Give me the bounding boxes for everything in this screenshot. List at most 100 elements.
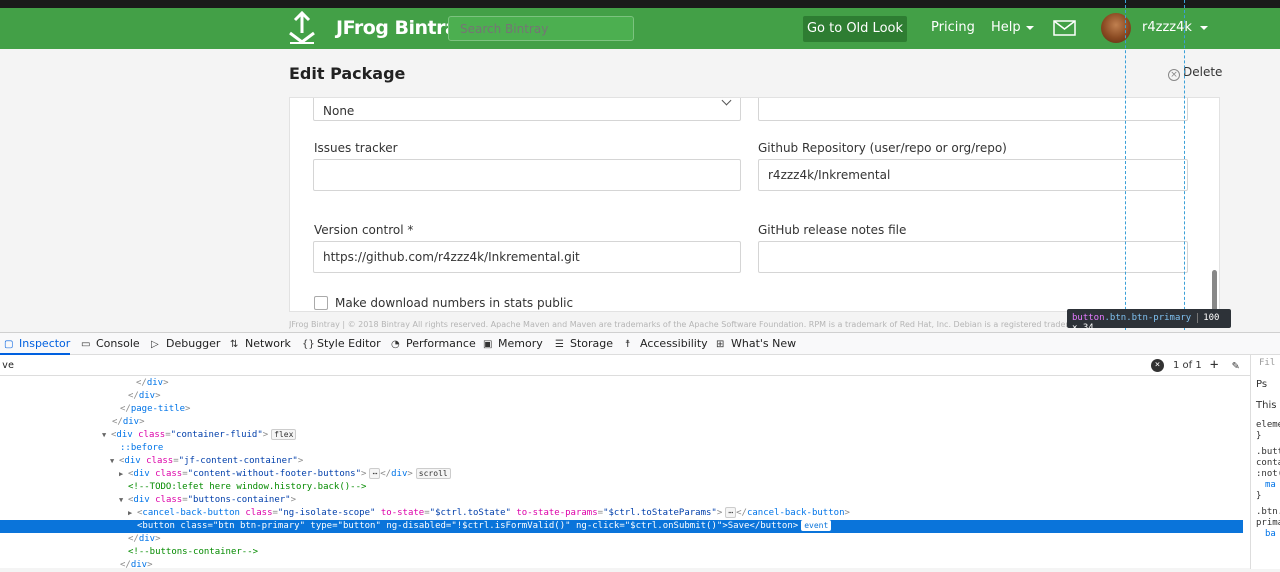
tab-label: Inspector xyxy=(19,337,71,350)
gift-icon: ⊞ xyxy=(716,339,725,350)
expand-triangle-icon[interactable]: ▼ xyxy=(110,455,119,468)
help-menu[interactable]: Help xyxy=(991,20,1034,35)
tab-storage[interactable]: ☰ Storage xyxy=(555,337,613,350)
markup-search[interactable]: ve × 1 of 1 + ✎ xyxy=(0,356,1250,376)
issues-tracker-label: Issues tracker xyxy=(314,141,398,155)
close-circle-icon: × xyxy=(1168,69,1180,81)
page-footer: JFrog Bintray | © 2018 Bintray All right… xyxy=(289,320,1079,329)
github-repo-input[interactable]: r4zzz4k/Inkremental xyxy=(758,159,1188,191)
chip-icon: ▣ xyxy=(483,339,493,350)
tab-whats-new[interactable]: ⊞ What's New xyxy=(716,337,796,350)
tab-style-editor[interactable]: {} Style Editor xyxy=(302,337,381,350)
rule-selector: .btn. xyxy=(1256,507,1280,517)
tab-label: Console xyxy=(96,337,140,350)
tab-console[interactable]: ▭ Console xyxy=(81,337,140,350)
browser-top-strip xyxy=(0,0,1280,8)
issues-tracker-input[interactable] xyxy=(313,159,741,191)
tab-label: Debugger xyxy=(166,337,221,350)
tab-performance[interactable]: ◔ Performance xyxy=(391,337,476,350)
debugger-icon: ▷ xyxy=(151,339,159,350)
tab-label: Memory xyxy=(498,337,543,350)
pricing-link[interactable]: Pricing xyxy=(931,20,975,35)
gauge-icon: ◔ xyxy=(391,339,400,350)
ellipsis-badge[interactable]: ⋯ xyxy=(725,507,737,518)
active-tab-indicator xyxy=(0,353,70,355)
eyedropper-icon[interactable]: ✎ xyxy=(1232,358,1239,372)
expand-triangle-icon[interactable]: ▼ xyxy=(102,429,111,442)
markup-line[interactable]: ▶ <div class="content-without-footer-butt… xyxy=(119,468,451,481)
version-control-input[interactable]: https://github.com/r4zzz4k/Inkremental.g… xyxy=(313,241,741,273)
markup-line[interactable]: ▶ <cancel-back-button class="ng-isolate-s… xyxy=(128,507,850,520)
markup-line[interactable]: <!--TODO:lefet here window.history.back(… xyxy=(128,481,366,494)
rule-selector: .butt xyxy=(1256,447,1280,457)
filter-styles-input[interactable]: Fil xyxy=(1259,358,1275,368)
rule-property[interactable]: ba xyxy=(1265,529,1276,539)
site-header: JFrog Bintray Go to Old Look Pricing Hel… xyxy=(0,8,1280,49)
search-input[interactable] xyxy=(448,16,634,41)
markup-line[interactable]: </div> xyxy=(128,533,161,546)
markup-line[interactable]: </div> xyxy=(112,416,145,429)
console-icon: ▭ xyxy=(81,339,91,350)
collapsed-triangle-icon[interactable]: ▶ xyxy=(119,468,128,481)
infobar-tag: button xyxy=(1072,313,1105,323)
storage-icon: ☰ xyxy=(555,339,564,350)
delete-label: Delete xyxy=(1183,65,1223,79)
rules-sidebar: ◨ Fil Ps This eleme } .butt conta :not( … xyxy=(1250,355,1280,569)
version-control-label: Version control * xyxy=(314,223,414,237)
add-node-icon[interactable]: + xyxy=(1210,357,1218,373)
release-notes-label: GitHub release notes file xyxy=(758,223,907,237)
old-look-button[interactable]: Go to Old Look xyxy=(803,16,907,42)
help-label: Help xyxy=(991,20,1021,35)
markup-line[interactable]: </div> xyxy=(120,559,153,572)
user-menu[interactable]: r4zzz4k xyxy=(1142,20,1208,35)
network-icon: ⇅ xyxy=(230,339,239,350)
markup-line[interactable]: </div> xyxy=(128,390,161,403)
devtools-toolbar: ▢ Inspector ▭ Console ▷ Debugger ⇅ Network {… xyxy=(0,333,1280,355)
tab-inspector[interactable]: ▢ Inspector xyxy=(4,337,70,350)
tab-network[interactable]: ⇅ Network xyxy=(230,337,291,350)
markup-line[interactable]: ▼ <div class="container-fluid"> flex xyxy=(102,429,297,442)
top-right-field[interactable] xyxy=(758,98,1188,121)
rule-selector: prima xyxy=(1256,518,1280,528)
tab-accessibility[interactable]: ☨ Accessibility xyxy=(625,337,708,350)
rule-brace: } xyxy=(1256,431,1262,441)
ellipsis-badge[interactable]: ⋯ xyxy=(369,468,381,479)
accessibility-icon: ☨ xyxy=(625,339,631,350)
download-stats-checkbox[interactable] xyxy=(314,296,328,310)
collapsed-triangle-icon[interactable]: ▶ xyxy=(128,507,137,520)
rule-property[interactable]: ma xyxy=(1265,480,1276,490)
tab-memory[interactable]: ▣ Memory xyxy=(483,337,543,350)
tab-label: Performance xyxy=(406,337,476,350)
rule-selector: conta xyxy=(1256,458,1280,468)
tab-debugger[interactable]: ▷ Debugger xyxy=(151,337,220,350)
chevron-down-icon xyxy=(721,98,732,106)
release-notes-input[interactable] xyxy=(758,241,1188,273)
page-title: Edit Package xyxy=(289,64,406,83)
rule-selector: eleme xyxy=(1256,420,1280,430)
license-select-value: None xyxy=(323,104,355,118)
markup-line[interactable]: <!--buttons-container--> xyxy=(128,546,258,559)
selected-markup-line[interactable]: <button class="btn btn-primary" type="bu… xyxy=(0,520,1243,533)
scroll-badge[interactable]: scroll xyxy=(415,468,451,479)
form-scrollbar[interactable] xyxy=(1212,270,1217,314)
event-badge[interactable]: event xyxy=(801,520,832,531)
clear-search-icon[interactable]: × xyxy=(1151,359,1164,372)
github-repo-label: Github Repository (user/repo or org/repo… xyxy=(758,141,1007,155)
markup-view: </div> </div> </page-title> </div> ▼ <div… xyxy=(0,377,1243,572)
license-select[interactable]: None xyxy=(313,98,741,121)
markup-line[interactable]: </div> xyxy=(136,377,169,390)
markup-line[interactable]: ::before xyxy=(120,442,163,455)
tab-label: What's New xyxy=(731,337,797,350)
avatar[interactable] xyxy=(1101,13,1131,43)
pseudo-toggle[interactable]: Ps xyxy=(1256,379,1267,390)
tab-label: Storage xyxy=(570,337,614,350)
flex-badge[interactable]: flex xyxy=(271,429,297,440)
markup-line[interactable]: </page-title> xyxy=(120,403,190,416)
markup-line[interactable]: ▼ <div class="jf-content-container"> xyxy=(110,455,303,468)
bintray-logo-icon[interactable] xyxy=(287,11,317,45)
markup-search-input[interactable]: ve xyxy=(2,360,14,371)
expand-triangle-icon[interactable]: ▼ xyxy=(119,494,128,507)
markup-line[interactable]: ▼ <div class="buttons-container"> xyxy=(119,494,296,507)
delete-button[interactable]: × Delete xyxy=(1168,65,1222,81)
mail-icon[interactable] xyxy=(1053,20,1076,36)
